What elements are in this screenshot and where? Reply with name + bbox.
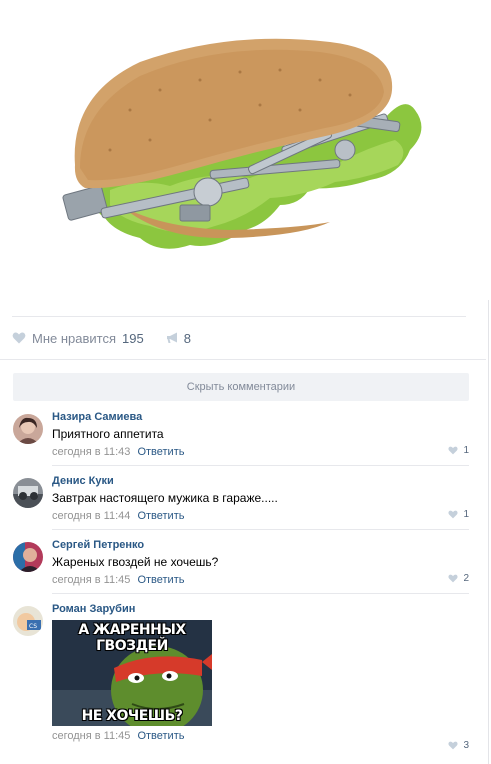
comment-author[interactable]: Роман Зарубин: [52, 602, 469, 616]
reply-link[interactable]: Ответить: [137, 510, 184, 522]
comment-author[interactable]: Назира Самиева: [52, 410, 469, 424]
comment-like-count: 2: [463, 573, 469, 584]
comment-like-button[interactable]: 1: [448, 509, 469, 520]
megaphone-icon: [166, 332, 177, 343]
avatar[interactable]: CS: [13, 606, 43, 636]
comment-text: Завтрак настоящего мужика в гараже.....: [52, 491, 278, 505]
comment-time[interactable]: сегодня в 11:45: [52, 730, 130, 742]
comment-text: Приятного аппетита: [52, 427, 164, 441]
like-button[interactable]: Мне нравится 195: [12, 331, 144, 346]
comment-like-button[interactable]: 3: [448, 740, 469, 751]
reply-link[interactable]: Ответить: [137, 446, 184, 458]
comment-divider: [52, 529, 469, 530]
comment: CS Роман Зарубин А ЖАРЕННЫХ ГВОЗДЕЙ НЕ Х…: [13, 602, 469, 760]
hide-comments-button[interactable]: Скрыть комментарии: [13, 373, 469, 401]
meme-bottom-text: НЕ ХОЧЕШЬ?: [81, 708, 183, 724]
comment: Назира Самиева Приятного аппетита сегодн…: [13, 410, 469, 466]
comment: Сергей Петренко Жареных гвоздей не хочеш…: [13, 538, 469, 594]
divider: [12, 316, 466, 317]
avatar[interactable]: [13, 542, 43, 572]
heart-icon: [448, 446, 459, 455]
comment-meta: сегодня в 11:44 Ответить: [52, 509, 469, 523]
reply-link[interactable]: Ответить: [137, 730, 184, 742]
heart-icon: [448, 510, 459, 519]
comment-author[interactable]: Сергей Петренко: [52, 538, 469, 552]
comment-like-count: 1: [463, 509, 469, 520]
comment-divider: [52, 593, 469, 594]
meme-image[interactable]: А ЖАРЕННЫХ ГВОЗДЕЙ НЕ ХОЧЕШЬ?: [52, 620, 212, 726]
meme-top-text: А ЖАРЕННЫХ ГВОЗДЕЙ: [78, 622, 186, 654]
comment-text: Жареных гвоздей не хочешь?: [52, 555, 219, 569]
share-count: 8: [183, 330, 191, 346]
comment-like-count: 3: [463, 740, 469, 751]
avatar[interactable]: [13, 478, 43, 508]
comment-author[interactable]: Денис Куки: [52, 474, 469, 488]
comment: Денис Куки Завтрак настоящего мужика в г…: [13, 474, 469, 530]
comment-like-button[interactable]: 1: [448, 445, 469, 456]
comment-time[interactable]: сегодня в 11:44: [52, 510, 130, 522]
heart-icon: [448, 741, 459, 750]
comment-meta: сегодня в 11:45 Ответить: [52, 573, 469, 587]
share-button[interactable]: 8: [166, 331, 191, 346]
like-label: Мне нравится: [32, 330, 117, 346]
post-card: Мне нравится 195 8 Скрыть комментарии На…: [0, 0, 489, 764]
avatar[interactable]: [13, 414, 43, 444]
comment-like-button[interactable]: 2: [448, 573, 469, 584]
comment-time[interactable]: сегодня в 11:45: [52, 574, 130, 586]
heart-icon: [448, 574, 459, 583]
svg-text:CS: CS: [29, 623, 37, 630]
comment-time[interactable]: сегодня в 11:43: [52, 446, 130, 458]
reply-link[interactable]: Ответить: [137, 574, 184, 586]
heart-icon: [12, 332, 26, 344]
like-count: 195: [122, 330, 144, 346]
comment-like-count: 1: [463, 445, 469, 456]
post-actions: Мне нравится 195 8: [12, 328, 191, 348]
post-photo[interactable]: [0, 0, 489, 300]
comment-meta: сегодня в 11:43 Ответить: [52, 445, 469, 459]
comment-meta: сегодня в 11:45 Ответить: [52, 729, 469, 743]
divider: [0, 359, 486, 360]
comment-divider: [52, 465, 469, 466]
